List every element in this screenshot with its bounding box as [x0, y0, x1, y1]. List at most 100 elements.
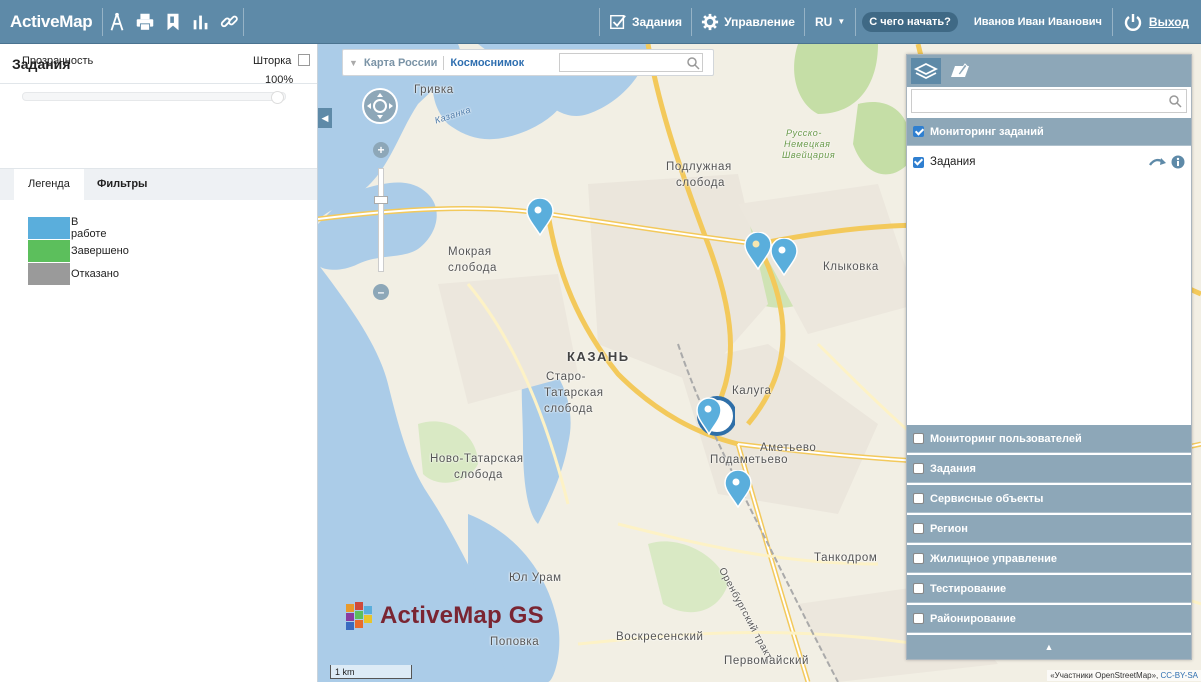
tab-filters[interactable]: Фильтры: [83, 169, 161, 201]
layer-group-service-objects[interactable]: Сервисные объекты: [907, 485, 1191, 513]
layer-group-label: Жилищное управление: [930, 552, 1057, 565]
layer-group-checkbox[interactable]: [913, 126, 924, 137]
layer-satellite[interactable]: Космоснимок: [444, 57, 524, 69]
layer-checkbox[interactable]: [913, 156, 924, 168]
zoom-out-button[interactable]: –: [373, 284, 389, 300]
layer-group-label: Мониторинг заданий: [930, 125, 1044, 138]
scale-bar: 1 km: [330, 665, 412, 679]
layer-group-testing[interactable]: Тестирование: [907, 575, 1191, 603]
layer-group-checkbox[interactable]: [913, 433, 924, 444]
layers-icon: [914, 62, 938, 80]
layer-group-housing[interactable]: Жилищное управление: [907, 545, 1191, 573]
top-toolbar: ActiveMap Задания Управление RU ▼ С чего…: [0, 0, 1201, 44]
curtain-checkbox[interactable]: [298, 54, 310, 66]
task-marker[interactable]: [525, 198, 555, 236]
layer-group-checkbox[interactable]: [913, 613, 924, 624]
opacity-slider[interactable]: [22, 92, 286, 101]
logo-mark-icon: [346, 602, 372, 630]
manage-menu-button[interactable]: Управление: [692, 0, 804, 44]
zoom-in-button[interactable]: +: [373, 142, 389, 158]
base-layer-switcher: ▼ Карта России Космоснимок: [342, 49, 714, 76]
left-panel: Задания: [0, 44, 318, 682]
legend-label: В работе: [71, 215, 107, 240]
language-dropdown[interactable]: RU ▼: [805, 0, 855, 44]
arrow-icon[interactable]: [1149, 156, 1167, 168]
bookmark-icon: [167, 13, 179, 30]
curtain-label: Шторка: [253, 55, 292, 67]
collapse-groups-button[interactable]: ▲: [907, 635, 1191, 659]
layer-group-user-monitoring[interactable]: Мониторинг пользователей: [907, 425, 1191, 453]
zoom-slider[interactable]: [378, 168, 384, 272]
license-link[interactable]: CC-BY-SA: [1161, 671, 1199, 680]
layer-group-checkbox[interactable]: [913, 463, 924, 474]
map-search-input[interactable]: [559, 53, 703, 72]
hand-icon: [367, 93, 393, 119]
opacity-slider-handle[interactable]: [271, 91, 284, 104]
caret-down-icon: ▼: [837, 17, 846, 26]
place-label: Калуга: [732, 385, 772, 397]
layer-group-label: Тестирование: [930, 582, 1007, 595]
layer-group-label: Регион: [930, 522, 968, 535]
layer-search-input[interactable]: [911, 89, 1187, 113]
tab-edit[interactable]: [945, 58, 975, 84]
task-cluster-marker[interactable]: [695, 394, 735, 438]
opacity-label: Прозрачность: [22, 55, 94, 67]
place-label: слобода: [454, 469, 504, 481]
bookmark-button[interactable]: [159, 7, 187, 37]
print-button[interactable]: [131, 7, 159, 37]
chevron-up-icon: ▲: [1044, 642, 1054, 652]
layer-item-actions: [1149, 155, 1185, 169]
task-marker[interactable]: [723, 470, 753, 508]
task-marker[interactable]: [769, 238, 799, 276]
layer-label: Задания: [930, 156, 976, 168]
logout-label: Выход: [1148, 14, 1189, 29]
edit-layer-icon: [951, 63, 969, 77]
park-label: Швейцария: [782, 150, 836, 160]
layer-item-tasks[interactable]: Задания: [913, 153, 1185, 171]
layer-group-label: Районирование: [930, 612, 1016, 625]
place-label: Подлужная: [666, 161, 732, 173]
layer-group-checkbox[interactable]: [913, 493, 924, 504]
layer-group-task-monitoring[interactable]: Мониторинг заданий: [907, 118, 1191, 146]
place-label: слобода: [544, 403, 594, 415]
checkbox-icon: [610, 14, 626, 29]
layer-group-region[interactable]: Регион: [907, 515, 1191, 543]
place-label: Танкодром: [814, 552, 878, 564]
info-icon[interactable]: [1171, 155, 1185, 169]
place-label: Клыковка: [823, 261, 879, 273]
layer-group-tasks[interactable]: Задания: [907, 455, 1191, 483]
place-label: слобода: [448, 262, 498, 274]
getting-started-button[interactable]: С чего начать?: [862, 11, 958, 32]
legend-item: Завершено: [28, 239, 129, 262]
tab-layers[interactable]: [911, 58, 941, 84]
statistics-button[interactable]: [187, 7, 215, 37]
layer-group-checkbox[interactable]: [913, 523, 924, 534]
plus-icon: +: [377, 143, 385, 157]
link-icon: [221, 15, 239, 27]
tab-legend[interactable]: Легенда: [14, 169, 84, 201]
caret-down-icon[interactable]: ▼: [343, 58, 364, 68]
language-label: RU: [814, 14, 833, 29]
user-name[interactable]: Иванов Иван Иванович: [964, 16, 1112, 28]
printer-icon: [137, 13, 154, 31]
layer-group-zoning[interactable]: Районирование: [907, 605, 1191, 633]
place-label: Подаметьево: [710, 454, 789, 466]
layer-group-label: Мониторинг пользователей: [930, 432, 1082, 445]
left-panel-tabs: Легенда Фильтры: [0, 168, 317, 201]
pan-control[interactable]: [362, 88, 398, 124]
zoom-slider-handle[interactable]: [374, 196, 388, 204]
measure-tool-button[interactable]: [103, 7, 131, 37]
collapse-left-panel-button[interactable]: ◀: [318, 108, 332, 128]
app-brand[interactable]: ActiveMap: [0, 12, 102, 32]
place-label: Аметьево: [760, 442, 817, 454]
place-label: Поповка: [490, 636, 540, 648]
tasks-menu-button[interactable]: Задания: [600, 0, 691, 44]
logout-button[interactable]: Выход: [1113, 12, 1201, 32]
link-button[interactable]: [215, 7, 243, 37]
layer-russia-map[interactable]: Карта России: [364, 57, 444, 69]
layer-group-checkbox[interactable]: [913, 583, 924, 594]
bar-chart-icon: [193, 15, 208, 29]
search-icon: [1169, 95, 1182, 108]
park-label: Немецкая: [784, 139, 831, 149]
layer-group-checkbox[interactable]: [913, 553, 924, 564]
